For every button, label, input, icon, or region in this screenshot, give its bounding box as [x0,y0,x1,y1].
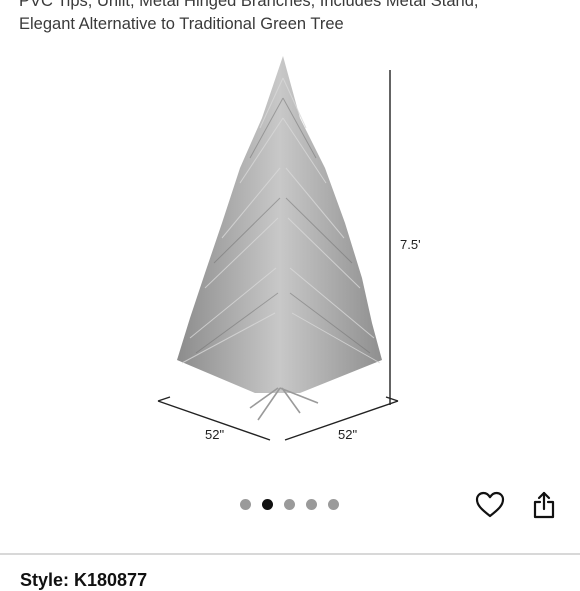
favorite-button[interactable] [474,488,506,522]
style-number-text: Style: K180877 [20,570,148,590]
product-image[interactable]: 7.5' 52" 52" [0,48,580,458]
width-label-left: 52" [205,427,224,442]
tree-dimension-figure: 7.5' 52" 52" [157,56,421,442]
carousel-dot-5[interactable] [328,499,339,510]
product-title-line-2: Elegant Alternative to Traditional Green… [19,15,344,33]
width-label-right: 52" [338,427,357,442]
share-icon [533,491,555,519]
product-title-line-1: PVC Tips, Unlit, Metal Hinged Branches, … [19,0,479,10]
image-carousel-dots [240,499,339,510]
width-dimension-lines [157,396,399,441]
carousel-dot-2[interactable] [262,499,273,510]
carousel-dot-1[interactable] [240,499,251,510]
christmas-tree-image [177,56,382,421]
share-button[interactable] [528,488,560,522]
height-label: 7.5' [400,237,421,252]
carousel-dot-4[interactable] [306,499,317,510]
carousel-dot-3[interactable] [284,499,295,510]
product-title: PVC Tips, Unlit, Metal Hinged Branches, … [19,0,569,36]
section-divider [0,553,580,555]
heart-icon [475,491,505,518]
